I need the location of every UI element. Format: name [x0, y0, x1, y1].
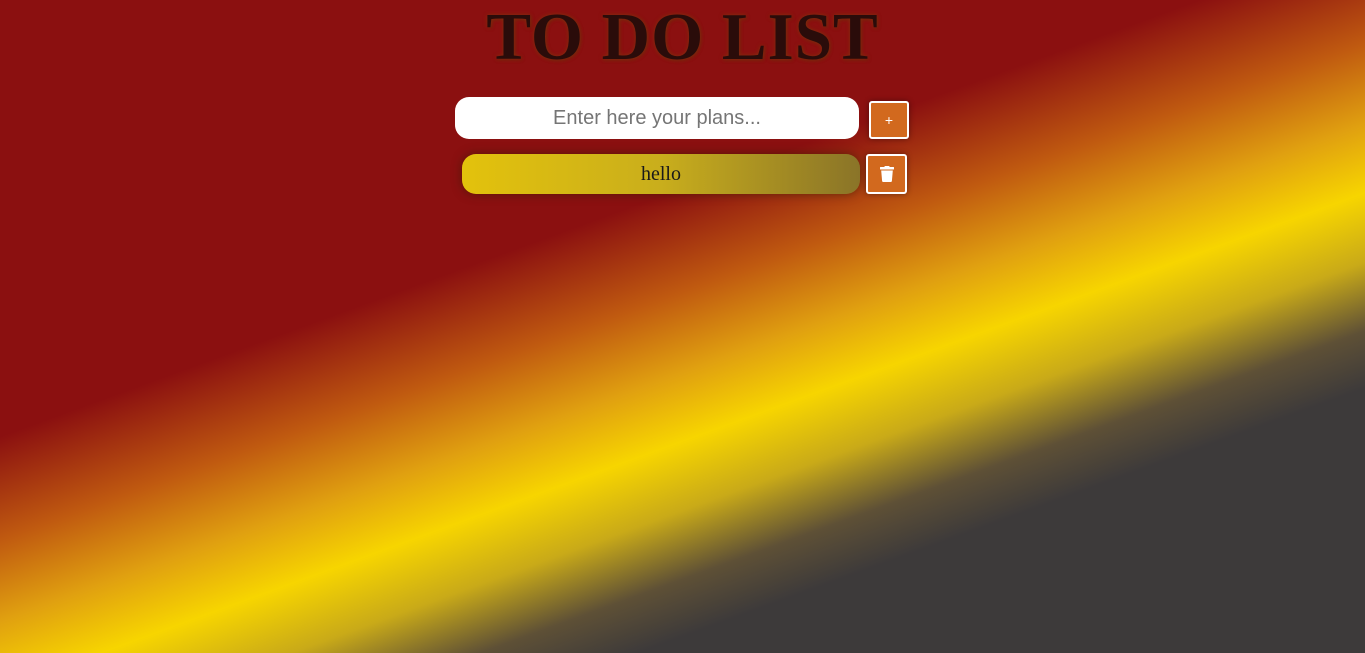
trash-icon [879, 166, 894, 182]
page-title: TO DO LIST [486, 0, 879, 74]
add-todo-form: + [455, 97, 910, 139]
plan-input[interactable] [455, 97, 859, 139]
todo-item: hello [462, 154, 860, 194]
delete-todo-button[interactable] [866, 154, 907, 194]
add-button[interactable]: + [869, 101, 909, 139]
todo-item-text: hello [641, 162, 681, 185]
